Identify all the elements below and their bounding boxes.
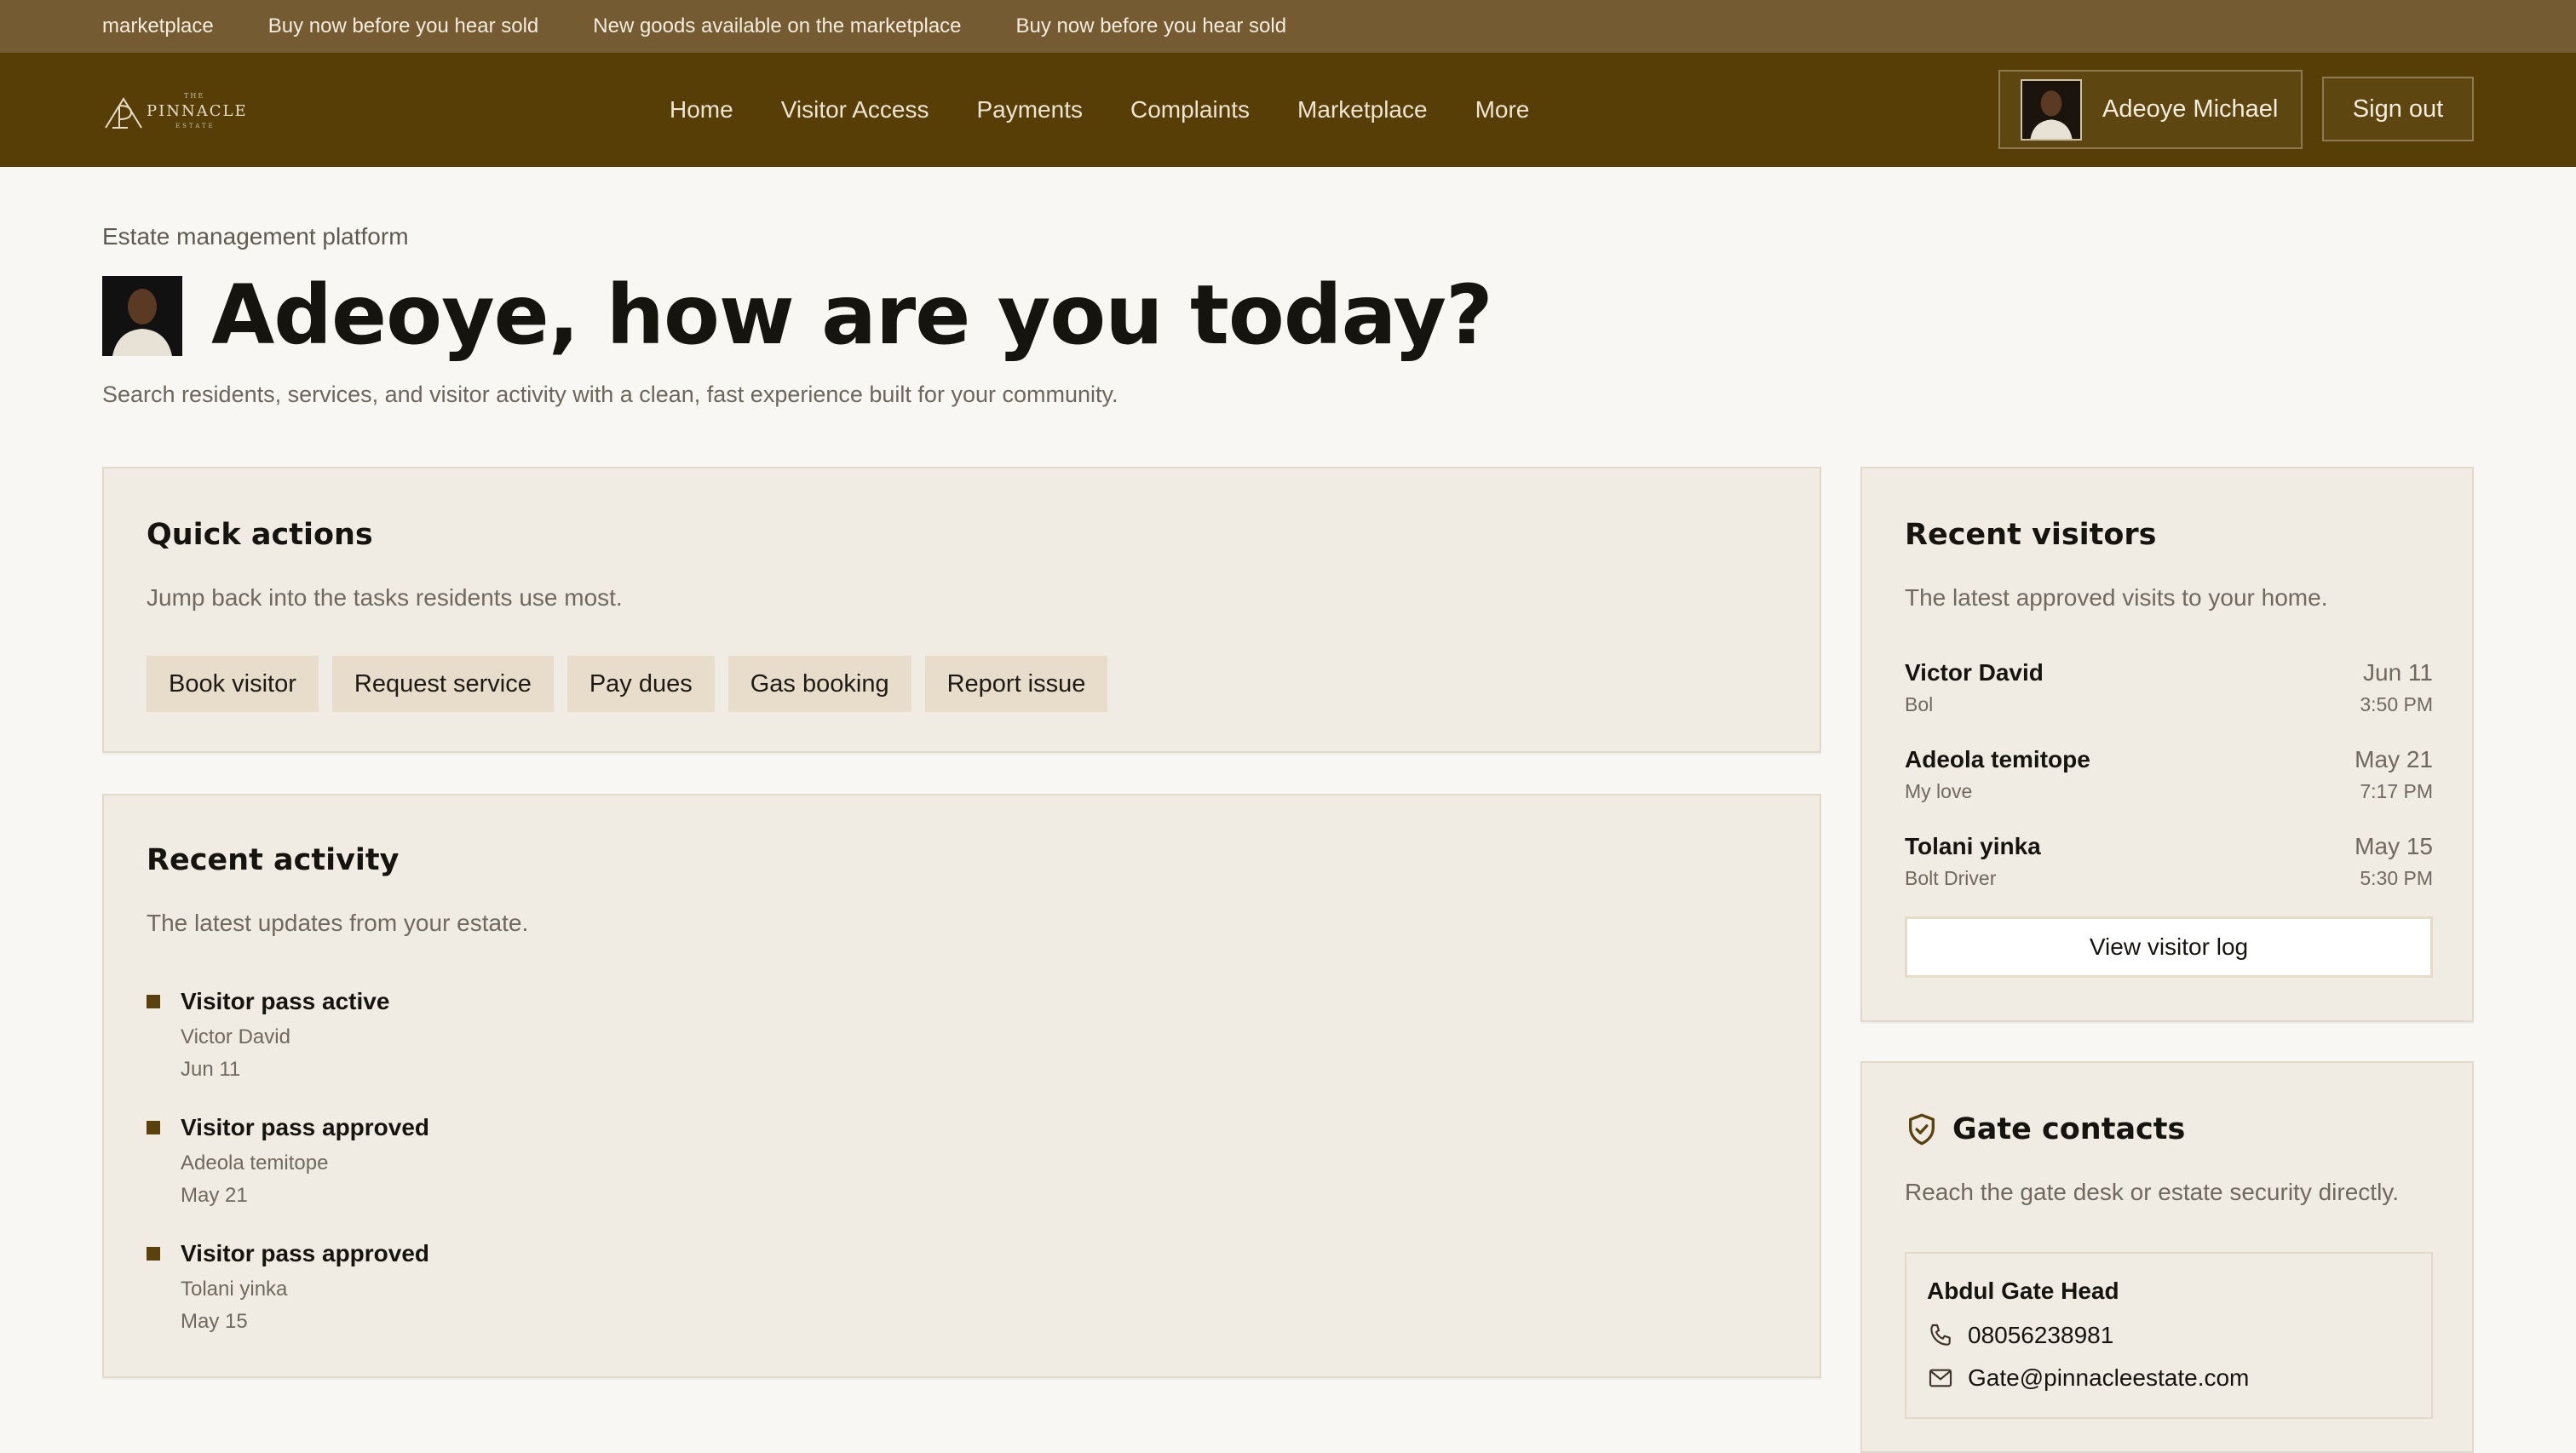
visitor-relation: Bol [1905, 693, 1934, 715]
avatar-portrait-icon [2022, 80, 2080, 139]
activity-person: Tolani yinka [181, 1278, 288, 1301]
visitor-name: Adeola temitope [1905, 746, 2090, 772]
logo-wordmark: PINNACLE [147, 102, 248, 120]
page-title: Adeoye, how are you today? [211, 267, 1493, 363]
phone-icon [1930, 1324, 1951, 1346]
ticker-item: Buy now before you hear sold [1015, 14, 1287, 37]
contact-email[interactable]: Gate@pinnacleestate.com [1968, 1364, 2249, 1392]
visitor-date: May 15 [2355, 833, 2433, 859]
bullet-icon [147, 995, 160, 1008]
contact-name: Abdul Gate Head [1927, 1278, 2119, 1304]
visitor-time: 7:17 PM [2360, 780, 2433, 802]
user-profile-button[interactable]: Adeoye Michael [1998, 70, 2303, 149]
recent-activity-title: Recent activity [147, 843, 400, 877]
activity-person: Adeola temitope [181, 1151, 329, 1174]
nav-more[interactable]: More [1475, 96, 1530, 123]
contact-phone[interactable]: 08056238981 [1968, 1322, 2113, 1349]
main-nav: Home Visitor Access Payments Complaints … [670, 53, 1529, 167]
pay-dues-button[interactable]: Pay dues [566, 656, 715, 712]
page-subtitle: Search residents, services, and visitor … [102, 382, 1118, 407]
nav-marketplace[interactable]: Marketplace [1297, 96, 1428, 123]
activity-title: Visitor pass approved [181, 1114, 430, 1140]
list-item[interactable]: Victor David Bol Jun 11 3:50 PM [1905, 659, 2433, 727]
visitor-date: May 21 [2355, 746, 2433, 772]
visitor-date: Jun 11 [2363, 659, 2433, 686]
recent-visitors-card: Recent visitors The latest approved visi… [1860, 467, 2474, 1022]
nav-complaints[interactable]: Complaints [1130, 96, 1250, 123]
logo-mark-icon [105, 97, 142, 129]
activity-date: Jun 11 [181, 1058, 241, 1081]
activity-date: May 15 [181, 1310, 248, 1333]
visitor-name: Tolani yinka [1905, 833, 2041, 859]
announcement-ticker: marketplace Buy now before you hear sold… [0, 0, 2576, 53]
mail-icon [1929, 1369, 1952, 1387]
list-item[interactable]: Tolani yinka Bolt Driver May 15 5:30 PM [1905, 833, 2433, 901]
hero-portrait-icon [102, 276, 182, 356]
nav-home[interactable]: Home [670, 96, 733, 123]
recent-visitors-title: Recent visitors [1905, 518, 2157, 552]
page-eyebrow: Estate management platform [102, 223, 409, 250]
recent-activity-desc: The latest updates from your estate. [147, 910, 529, 936]
visitor-time: 5:30 PM [2360, 867, 2433, 889]
sign-out-button[interactable]: Sign out [2322, 77, 2474, 141]
quick-actions-card: Quick actions Jump back into the tasks r… [102, 467, 1821, 753]
visitor-relation: Bolt Driver [1905, 867, 1997, 889]
quick-actions-title: Quick actions [147, 518, 373, 552]
pinnacle-logo[interactable]: THE PINNACLE ESTATE [102, 90, 247, 131]
view-visitor-log-button[interactable]: View visitor log [1905, 916, 2433, 978]
activity-date: May 21 [181, 1184, 248, 1207]
bullet-icon [147, 1121, 160, 1134]
contact-card: Abdul Gate Head 08056238981 Gate@pinnacl… [1905, 1252, 2433, 1419]
gate-contacts-card: Gate contacts Reach the gate desk or est… [1860, 1061, 2474, 1453]
gate-contacts-desc: Reach the gate desk or estate security d… [1905, 1179, 2399, 1205]
nav-payments[interactable]: Payments [976, 96, 1083, 123]
book-visitor-button[interactable]: Book visitor [147, 656, 319, 712]
hero-avatar [102, 276, 182, 356]
activity-title: Visitor pass active [181, 988, 390, 1014]
shield-check-icon [1909, 1113, 1935, 1146]
nav-visitor-access[interactable]: Visitor Access [781, 96, 929, 123]
quick-actions-desc: Jump back into the tasks residents use m… [147, 584, 623, 611]
activity-title: Visitor pass approved [181, 1240, 430, 1266]
request-service-button[interactable]: Request service [331, 656, 554, 712]
logo-top: THE [184, 92, 205, 100]
visitor-relation: My love [1905, 780, 1973, 802]
quick-actions-list: Book visitor Request service Pay dues Ga… [147, 656, 1108, 712]
user-name: Adeoye Michael [2102, 95, 2279, 123]
contact-email-row[interactable]: Gate@pinnacleestate.com [1927, 1364, 2249, 1392]
recent-visitors-desc: The latest approved visits to your home. [1905, 584, 2328, 611]
ticker-item: Buy now before you hear sold [267, 14, 539, 37]
visitor-name: Victor David [1905, 659, 2044, 686]
ticker-item: New goods available on the marketplace [593, 14, 962, 37]
ticker-item: marketplace [102, 14, 214, 37]
logo-sub: ESTATE [175, 123, 216, 129]
gas-booking-button[interactable]: Gas booking [727, 656, 911, 712]
activity-person: Victor David [181, 1025, 290, 1048]
avatar [2021, 78, 2082, 141]
contact-phone-row[interactable]: 08056238981 [1927, 1322, 2113, 1349]
bullet-icon [147, 1247, 160, 1261]
report-issue-button[interactable]: Report issue [924, 656, 1108, 712]
recent-activity-card: Recent activity The latest updates from … [102, 794, 1821, 1378]
gate-contacts-title: Gate contacts [1952, 1112, 2186, 1146]
top-navbar: THE PINNACLE ESTATE Home Visitor Access … [0, 53, 2576, 167]
list-item[interactable]: Adeola temitope My love May 21 7:17 PM [1905, 746, 2433, 814]
visitor-time: 3:50 PM [2360, 693, 2433, 715]
